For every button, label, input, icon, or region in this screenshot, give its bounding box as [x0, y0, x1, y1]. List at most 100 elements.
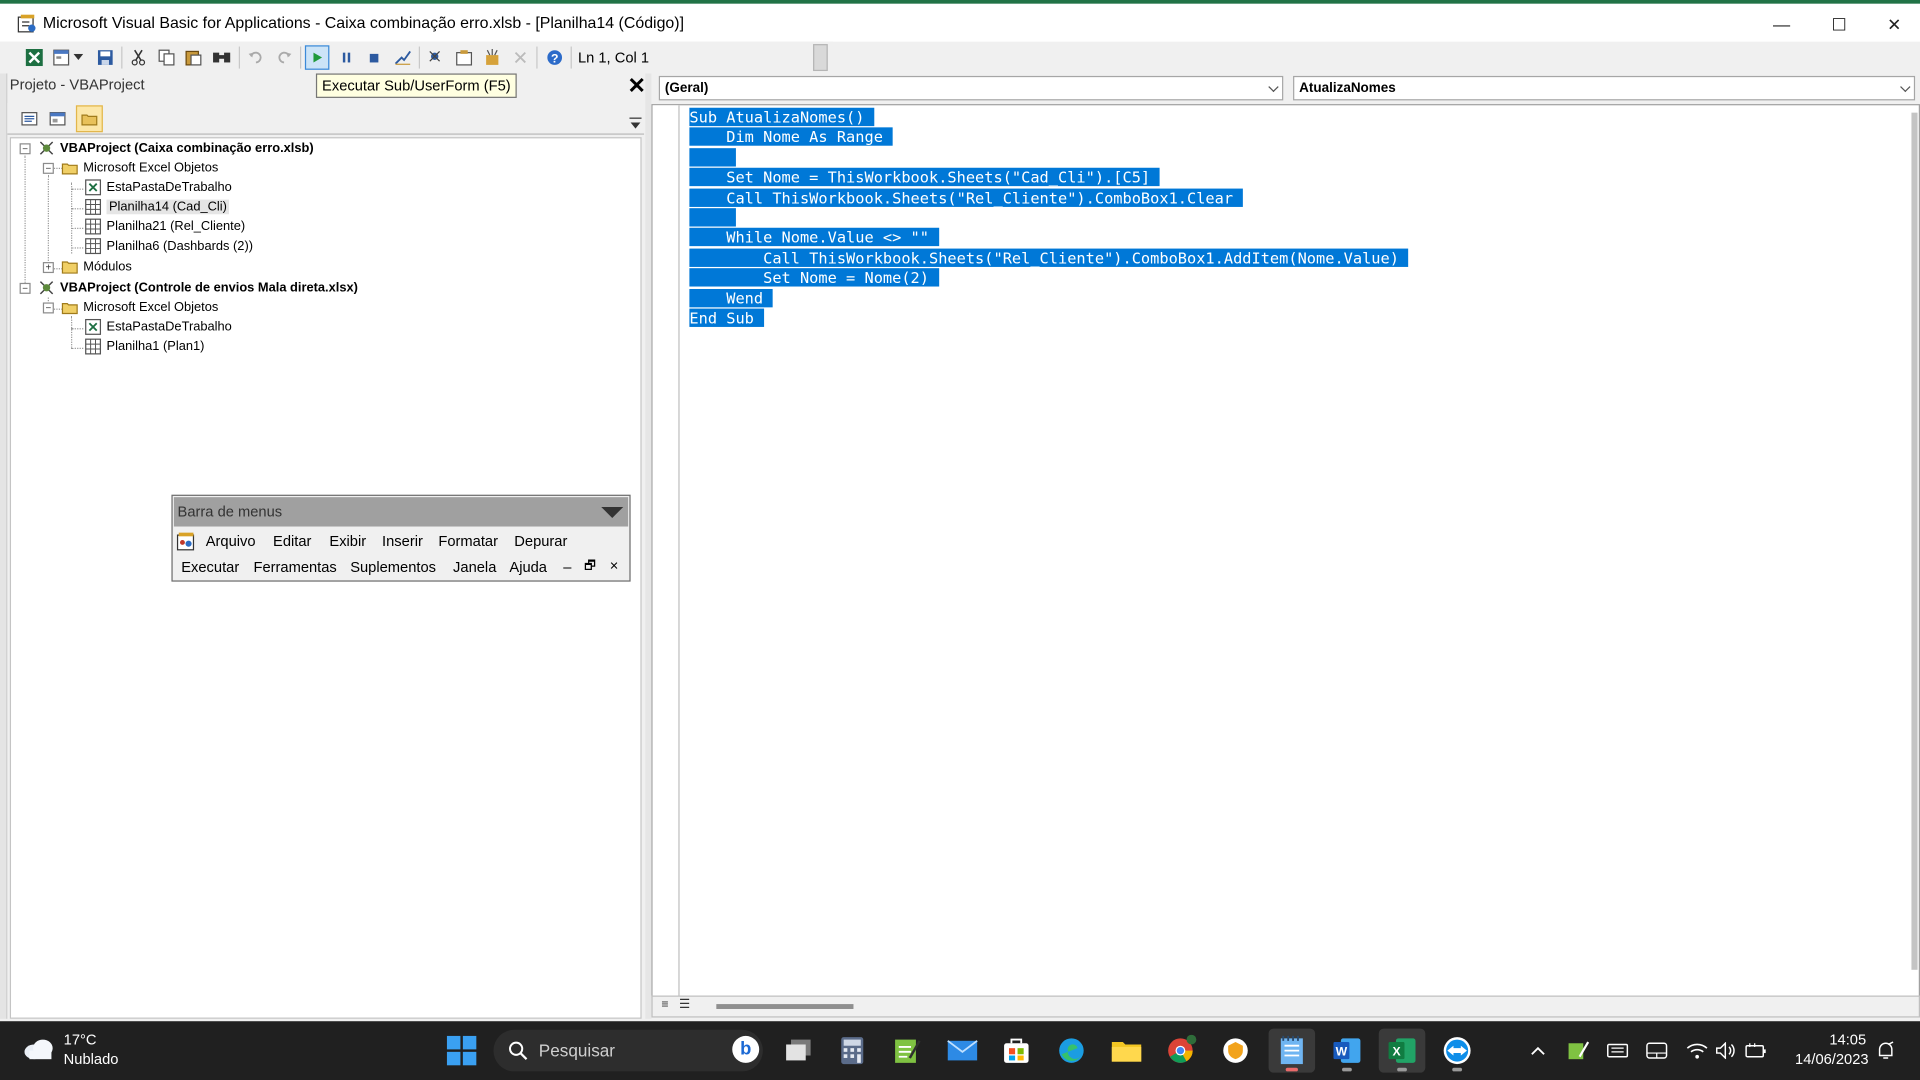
help-icon[interactable]: ?: [542, 45, 566, 69]
view-code-icon[interactable]: [16, 105, 43, 132]
tree-item-estapasta[interactable]: EstaPastaDeTrabalho: [84, 178, 232, 198]
code-line[interactable]: Call ThisWorkbook.Sheets("Rel_Cliente").…: [689, 248, 1409, 268]
menu-ferramentas[interactable]: Ferramentas: [253, 558, 336, 575]
code-line[interactable]: [689, 147, 1408, 168]
volume-icon[interactable]: [1714, 1038, 1738, 1062]
tree-item-planilha1[interactable]: Planilha1 (Plan1): [84, 337, 204, 357]
procedure-combo[interactable]: AtualizaNomes: [1293, 75, 1916, 101]
tree-collapse-icon[interactable]: −: [42, 162, 54, 174]
keyboard-icon[interactable]: [1605, 1038, 1629, 1062]
tree-item-estapasta-2[interactable]: EstaPastaDeTrabalho: [84, 317, 232, 337]
tree-item-planilha6[interactable]: Planilha6 (Dashbards (2)): [84, 236, 253, 256]
menu-formatar[interactable]: Formatar: [438, 533, 498, 550]
weather-temperature[interactable]: 17°C: [64, 1031, 97, 1048]
view-object-icon[interactable]: [44, 105, 71, 132]
teamviewer-icon[interactable]: [1434, 1029, 1481, 1073]
run-sub-button[interactable]: [304, 45, 330, 70]
insert-dropdown-icon[interactable]: [71, 45, 86, 69]
code-margin[interactable]: [652, 105, 680, 997]
break-icon[interactable]: [334, 45, 358, 69]
calculator-icon[interactable]: [829, 1029, 876, 1073]
view-excel-icon[interactable]: [22, 45, 46, 69]
notes-app-icon[interactable]: [884, 1029, 931, 1073]
tree-item-planilha14[interactable]: Planilha14 (Cad_Cli): [84, 197, 230, 217]
code-line[interactable]: Call ThisWorkbook.Sheets("Rel_Cliente").…: [689, 188, 1408, 208]
code-line[interactable]: While Nome.Value <> "": [689, 228, 1408, 248]
menu-arquivo[interactable]: Arquivo: [206, 533, 256, 550]
tree-item-modulos[interactable]: Módulos: [61, 257, 132, 277]
tree-item-planilha21[interactable]: Planilha21 (Rel_Cliente): [84, 217, 245, 237]
excel-icon[interactable]: X: [1378, 1028, 1426, 1073]
weather-description[interactable]: Nublado: [64, 1051, 119, 1068]
vertical-scroll-thumb[interactable]: [1911, 112, 1918, 970]
code-line[interactable]: Wend: [689, 288, 1408, 308]
save-icon[interactable]: [93, 45, 117, 69]
design-mode-icon[interactable]: [391, 45, 415, 69]
insert-userform-icon[interactable]: [49, 45, 73, 69]
tree-expand-icon[interactable]: +: [42, 262, 54, 274]
maximize-button[interactable]: ☐: [1811, 11, 1867, 38]
undo-icon[interactable]: [244, 45, 268, 69]
pen-tray-icon[interactable]: [1566, 1038, 1590, 1062]
store-icon[interactable]: [993, 1029, 1040, 1073]
toolbox-icon[interactable]: [508, 45, 532, 69]
menu-inserir[interactable]: Inserir: [382, 533, 423, 550]
find-icon[interactable]: [209, 45, 233, 69]
file-explorer-icon[interactable]: [1103, 1029, 1150, 1073]
cloud-icon[interactable]: [22, 1036, 56, 1060]
menu-suplementos[interactable]: Suplementos: [350, 558, 436, 575]
control-menu-icon[interactable]: [176, 531, 196, 551]
code-line[interactable]: Sub AtualizaNomes(): [689, 107, 1408, 128]
minimize-button[interactable]: —: [1753, 11, 1809, 38]
horizontal-scroll-thumb[interactable]: [716, 1004, 854, 1009]
touchpad-icon[interactable]: [1644, 1038, 1668, 1062]
tree-item-excel-objects-2[interactable]: Microsoft Excel Objetos: [61, 298, 218, 318]
code-editor[interactable]: Sub AtualizaNomes() Dim Nome As Range Se…: [651, 104, 1920, 998]
cut-icon[interactable]: [126, 45, 150, 69]
code-window-restore-button[interactable]: 🗗: [584, 557, 595, 578]
menu-depurar[interactable]: Depurar: [514, 533, 567, 550]
tree-collapse-icon[interactable]: −: [19, 282, 31, 294]
project-explorer-close-button[interactable]: ✕: [627, 75, 647, 97]
code-text[interactable]: Sub AtualizaNomes() Dim Nome As Range Se…: [689, 107, 1409, 329]
full-module-view-icon[interactable]: ☰: [676, 998, 693, 1015]
notifications-icon[interactable]: [1873, 1038, 1897, 1062]
shield-icon[interactable]: [1212, 1029, 1259, 1073]
clock-date[interactable]: 14/06/2023: [1788, 1051, 1869, 1068]
menu-bar-options-icon[interactable]: [601, 506, 624, 518]
tree-collapse-icon[interactable]: −: [42, 302, 54, 314]
toolbar-dropdown-icon[interactable]: [629, 115, 642, 130]
task-view-icon[interactable]: [775, 1029, 822, 1073]
code-line[interactable]: End Sub: [689, 308, 1408, 328]
close-button[interactable]: ✕: [1866, 11, 1920, 38]
code-line[interactable]: [689, 208, 1408, 228]
menu-executar[interactable]: Executar: [181, 558, 239, 575]
chevron-up-icon[interactable]: [1526, 1038, 1550, 1062]
windows-start-icon[interactable]: [446, 1035, 478, 1067]
properties-window-icon[interactable]: [452, 45, 476, 69]
vertical-scrollbar[interactable]: [1910, 108, 1919, 977]
menu-editar[interactable]: Editar: [273, 533, 311, 550]
mail-icon[interactable]: [939, 1029, 986, 1073]
edge-icon[interactable]: [1048, 1029, 1095, 1073]
tree-item-vbaproject-2[interactable]: VBAProject (Controle de envios Mala dire…: [38, 278, 358, 298]
code-line[interactable]: Dim Nome As Range: [689, 127, 1408, 148]
object-browser-icon[interactable]: [480, 45, 504, 69]
bing-icon[interactable]: b: [732, 1035, 760, 1063]
menu-exibir[interactable]: Exibir: [329, 533, 366, 550]
battery-icon[interactable]: [1744, 1038, 1768, 1062]
menu-bar-title[interactable]: Barra de menus: [173, 497, 629, 527]
project-explorer-icon[interactable]: [424, 45, 448, 69]
object-combo[interactable]: (Geral): [658, 75, 1284, 101]
code-line[interactable]: Set Nome = Nome(2): [689, 268, 1408, 288]
word-icon[interactable]: W: [1324, 1029, 1371, 1073]
tree-item-excel-objects[interactable]: Microsoft Excel Objetos: [61, 158, 218, 178]
taskbar-search[interactable]: Pesquisar b: [493, 1029, 763, 1072]
procedure-view-icon[interactable]: ≡: [656, 998, 673, 1015]
toolbar-overflow-grip[interactable]: [813, 44, 828, 72]
paste-icon[interactable]: [181, 45, 205, 69]
menu-ajuda[interactable]: Ajuda: [509, 558, 547, 575]
code-window-minimize-button[interactable]: –: [563, 558, 571, 575]
menu-janela[interactable]: Janela: [453, 558, 496, 575]
code-window-close-button[interactable]: ×: [610, 557, 619, 574]
